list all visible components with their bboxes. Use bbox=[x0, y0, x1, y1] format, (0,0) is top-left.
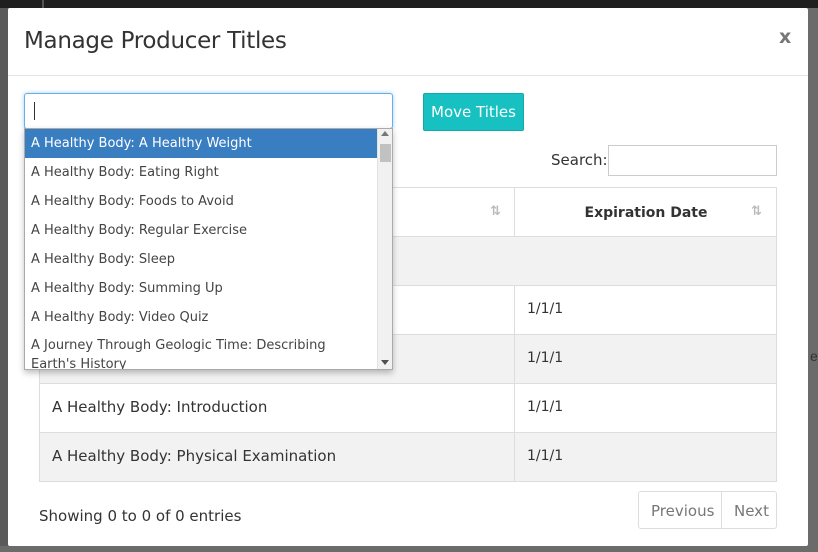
row-title: A Healthy Body: Introduction bbox=[40, 384, 515, 432]
dropdown-option[interactable]: A Healthy Body: Summing Up bbox=[25, 274, 377, 303]
table-row: A Healthy Body: Introduction 1/1/1 bbox=[40, 384, 776, 433]
search-label: Search: bbox=[551, 151, 608, 169]
dropdown-option[interactable]: A Journey Through Geologic Time: Describ… bbox=[25, 332, 377, 369]
row-expiration: 1/1/1 bbox=[527, 301, 564, 317]
backdrop-top-bar bbox=[0, 0, 818, 8]
backdrop-right: ev bbox=[808, 8, 818, 552]
backdrop-bottom bbox=[0, 546, 818, 552]
collapse-menu-icon bbox=[42, 0, 66, 8]
dropdown-option[interactable]: A Healthy Body: Foods to Avoid bbox=[25, 187, 377, 216]
scroll-down-arrow-icon[interactable] bbox=[381, 360, 389, 365]
previous-button[interactable]: Previous bbox=[639, 492, 722, 528]
move-titles-button[interactable]: Move Titles bbox=[423, 93, 524, 131]
modal-title: Manage Producer Titles bbox=[24, 28, 287, 54]
dropdown-option[interactable]: A Healthy Body: A Healthy Weight bbox=[25, 129, 377, 158]
dropdown-scrollbar[interactable] bbox=[377, 129, 392, 369]
text-cursor bbox=[34, 102, 35, 120]
pagination: Previous Next bbox=[638, 491, 777, 529]
table-row: A Healthy Body: Physical Examination 1/1… bbox=[40, 433, 776, 482]
background-partial-text: ev bbox=[810, 348, 818, 364]
dropdown-list: A Healthy Body: A Healthy Weight A Healt… bbox=[25, 129, 377, 369]
dropdown-option[interactable]: A Healthy Body: Eating Right bbox=[25, 158, 377, 187]
dropdown-option[interactable]: A Healthy Body: Video Quiz bbox=[25, 303, 377, 332]
column-header-expiration[interactable]: Expiration Date ⇅ bbox=[515, 188, 777, 237]
sort-icon: ⇅ bbox=[490, 204, 501, 219]
search-input[interactable] bbox=[608, 145, 777, 176]
row-title: A Healthy Body: Physical Examination bbox=[40, 433, 515, 481]
scroll-thumb[interactable] bbox=[380, 144, 391, 162]
dropdown-option[interactable]: A Healthy Body: Regular Exercise bbox=[25, 216, 377, 245]
title-select-input[interactable] bbox=[24, 93, 393, 129]
title-select-dropdown: A Healthy Body: A Healthy Weight A Healt… bbox=[24, 128, 393, 370]
sort-icon: ⇅ bbox=[751, 204, 762, 219]
scroll-up-arrow-icon[interactable] bbox=[381, 131, 389, 136]
column-header-expiration-label: Expiration Date bbox=[584, 205, 708, 221]
table-info: Showing 0 to 0 of 0 entries bbox=[39, 507, 242, 525]
modal-header: Manage Producer Titles x bbox=[8, 8, 808, 76]
dropdown-option[interactable]: A Healthy Body: Sleep bbox=[25, 245, 377, 274]
row-expiration: 1/1/1 bbox=[527, 448, 564, 464]
next-button[interactable]: Next bbox=[722, 492, 777, 528]
row-expiration: 1/1/1 bbox=[527, 350, 564, 366]
close-button[interactable]: x bbox=[779, 26, 791, 48]
row-expiration: 1/1/1 bbox=[527, 399, 564, 415]
